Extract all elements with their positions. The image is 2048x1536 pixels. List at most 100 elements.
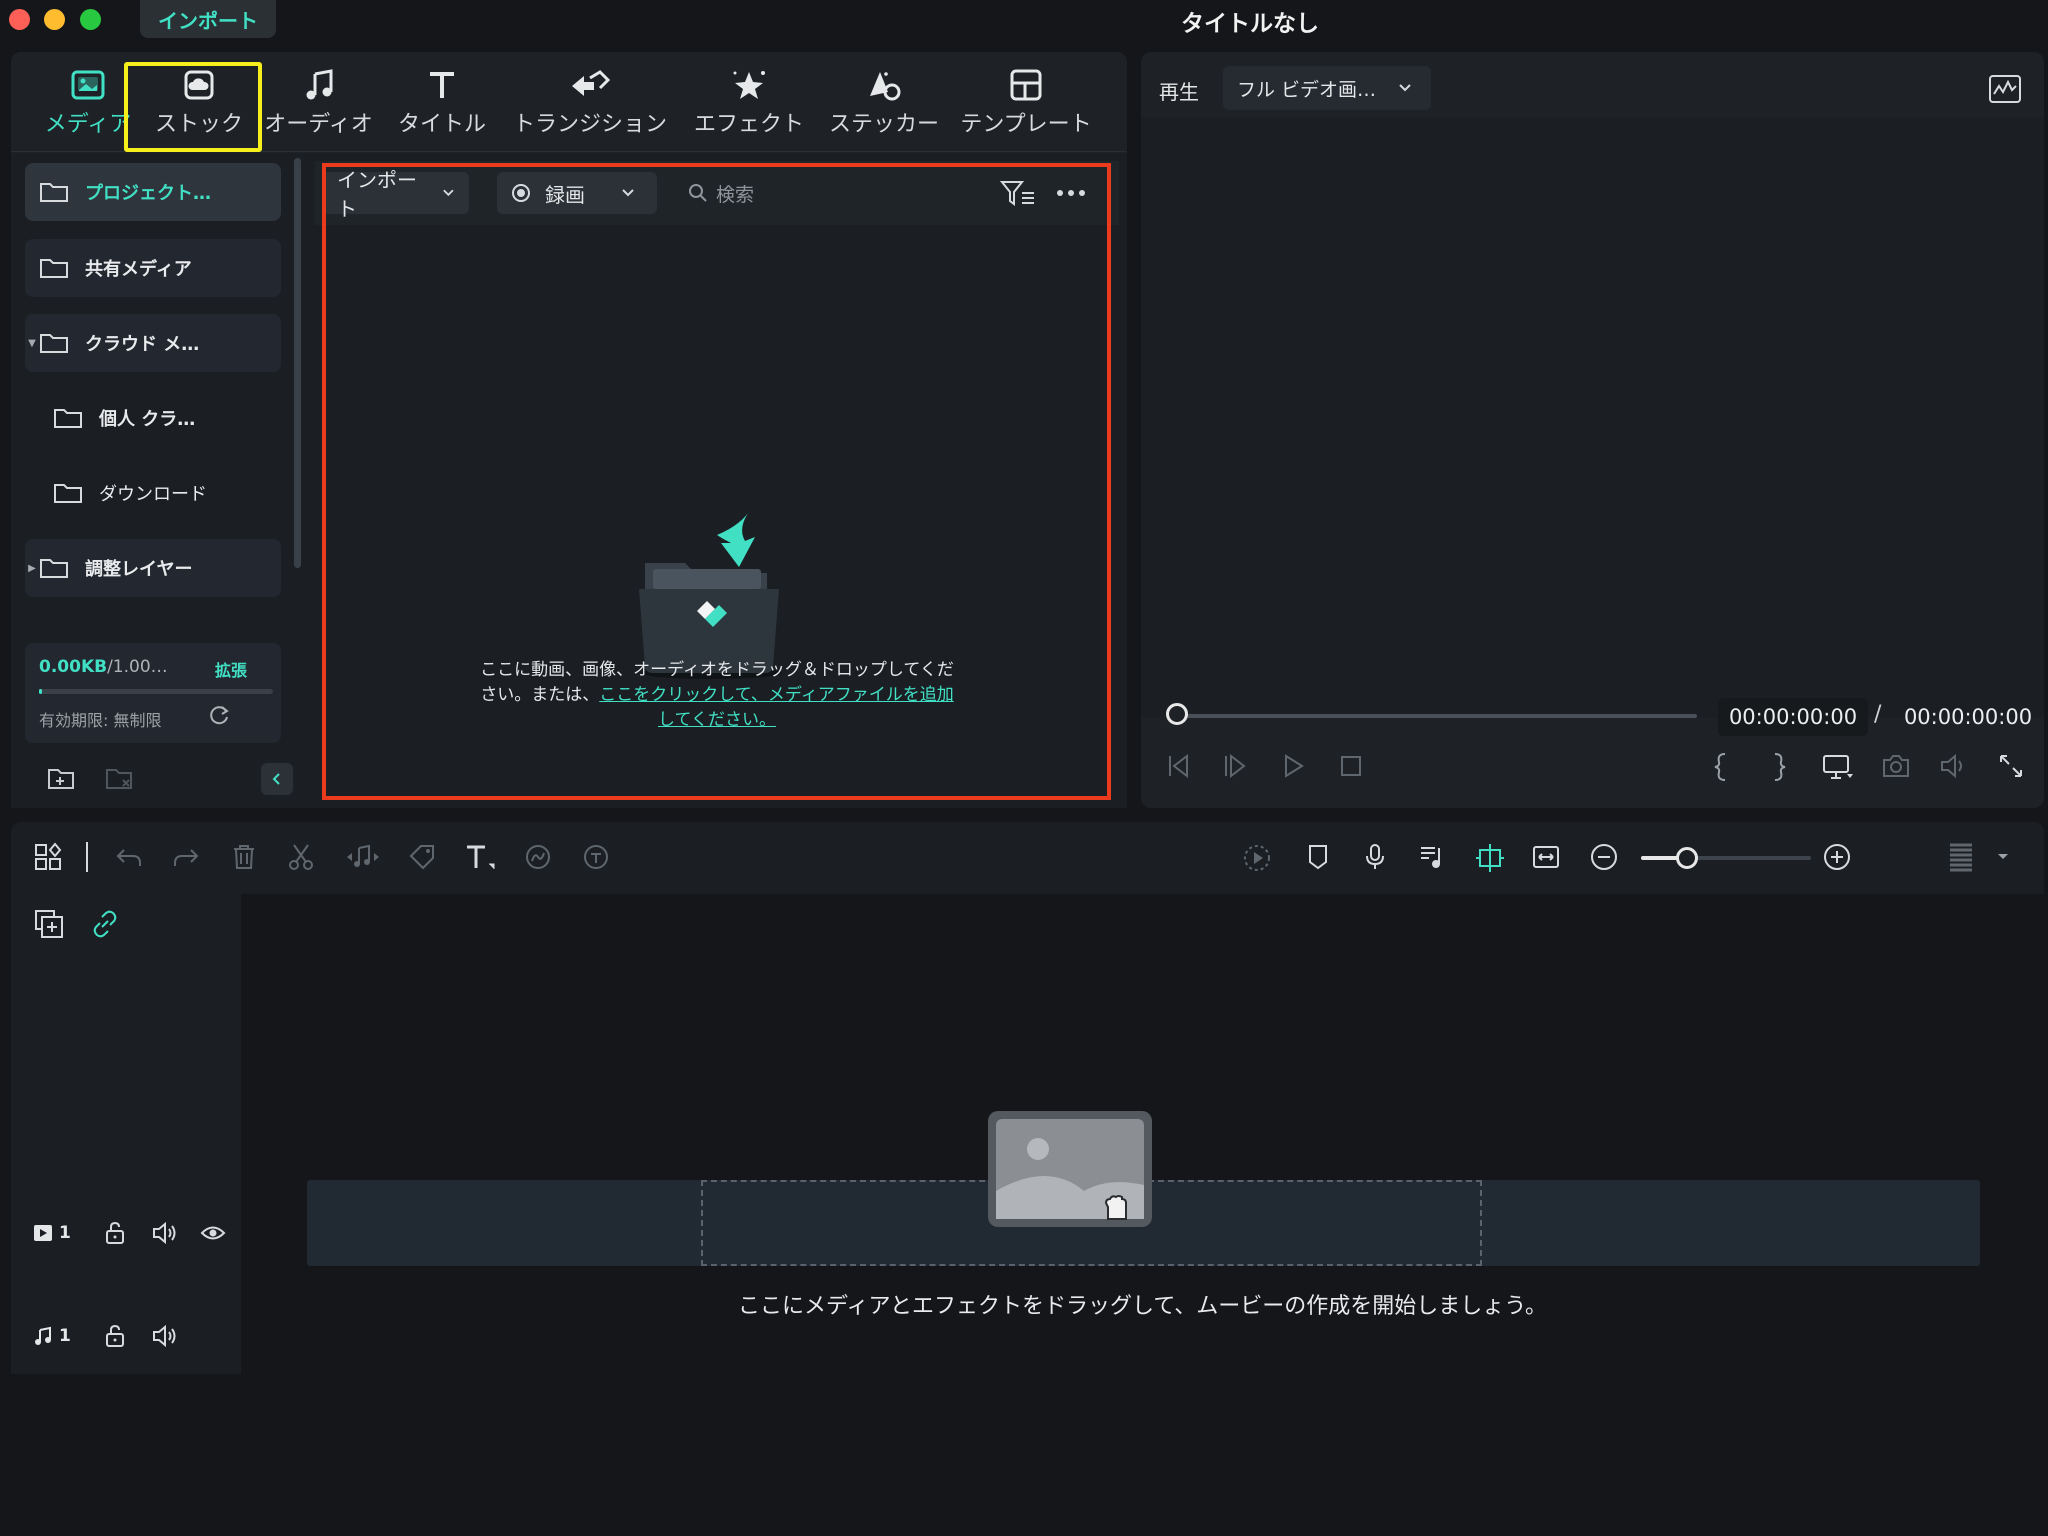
preview-scrub-bar[interactable] [1185,714,1697,718]
tab-stock[interactable]: ストック [139,52,259,152]
preview-playhead[interactable] [1166,703,1188,725]
tab-transition[interactable]: トランジション [505,52,675,152]
text-tool-icon[interactable] [463,842,497,872]
video-track-icon [34,1225,52,1241]
video-track-label: 1 [59,1223,71,1243]
fit-timeline-icon[interactable] [1531,842,1561,872]
sidebar-item-label: 調整レイヤー [85,559,193,580]
timeline-area[interactable]: ここにメディアとエフェクトをドラッグして、ムービーの作成を開始しましょう。 [241,894,2044,1536]
zoom-slider-track[interactable] [1641,856,1811,860]
search-icon [689,184,707,202]
chevron-down-icon[interactable] [1996,852,2010,862]
volume-icon[interactable] [1939,752,1969,780]
previous-frame-icon[interactable] [1163,752,1191,780]
filter-icon[interactable] [1000,179,1036,209]
tab-audio-label: オーディオ [264,112,373,137]
record-dropdown[interactable]: 録画 [497,172,657,214]
storage-progress-fill [39,689,42,694]
track-header-column: 1 1 [11,894,241,1536]
storage-progress-bar [39,689,273,694]
add-media-link[interactable]: ここをクリックして、メディアファイルを追加してください。 [599,685,953,730]
refresh-icon[interactable] [207,703,231,727]
zoom-slider-knob[interactable] [1676,847,1698,869]
lock-icon[interactable] [103,1324,127,1348]
play-icon[interactable] [1279,752,1307,780]
tab-title[interactable]: タイトル [387,52,497,152]
current-time: 00:00:00:00 [1718,698,1868,736]
mark-in-icon[interactable] [1711,752,1731,782]
tab-media[interactable]: メディア [33,52,143,152]
import-top-tab[interactable]: インポート [140,0,276,38]
sidebar-footer [11,753,307,808]
snap-magnet-icon[interactable] [1474,842,1506,874]
lock-icon[interactable] [103,1221,127,1245]
search-input[interactable]: 検索 [688,172,754,214]
tab-sticker[interactable]: ステッカー [819,52,949,152]
sidebar-item-label: クラウド メ… [85,334,200,355]
marker-shield-icon[interactable] [1303,842,1333,872]
sidebar-item-personal-cloud[interactable]: 個人 クラ… [25,389,281,447]
minimize-window-button[interactable] [44,9,65,30]
speaker-icon[interactable] [151,1324,177,1348]
auto-caption-icon[interactable] [581,842,611,872]
stock-cloud-icon [184,70,214,100]
storage-usage: 0.00KB/1.00… [39,657,168,677]
layout-grid-icon[interactable] [33,842,63,872]
waveform-monitor-icon[interactable] [1988,74,2022,104]
sticker-icon [870,72,901,101]
zoom-window-button[interactable] [80,9,101,30]
stop-icon[interactable] [1337,752,1365,780]
tab-effect-label: エフェクト [693,112,804,137]
tag-icon[interactable] [407,842,437,872]
eye-icon[interactable] [200,1221,226,1245]
speed-ramp-icon[interactable] [523,842,553,872]
collapse-arrow-icon[interactable]: ▶ [25,563,39,574]
more-options-icon[interactable] [1055,187,1087,199]
mark-out-icon[interactable] [1769,752,1789,782]
sidebar-item-download[interactable]: ダウンロード [25,464,281,522]
timeline-empty-hint: ここにメディアとエフェクトをドラッグして、ムービーの作成を開始しましょう。 [738,1294,1547,1319]
link-icon[interactable] [89,908,121,940]
fullscreen-icon[interactable] [1997,752,2025,780]
time-separator: / [1874,702,1882,727]
storage-expand-link[interactable]: 拡張 [215,657,247,681]
delete-folder-icon[interactable] [105,766,135,792]
next-frame-icon[interactable] [1221,752,1249,780]
snapshot-camera-icon[interactable] [1881,752,1911,780]
tab-stock-label: ストック [154,112,243,137]
new-folder-icon[interactable] [47,766,77,792]
undo-icon[interactable] [114,842,144,872]
tab-audio[interactable]: オーディオ [261,52,376,152]
drag-image-placeholder-icon [988,1111,1152,1227]
sidebar-item-shared-media[interactable]: 共有メディア [25,239,281,297]
import-dropdown[interactable]: インポート [323,168,469,221]
redo-icon[interactable] [171,842,201,872]
folder-icon [40,259,68,278]
storage-expiry: 有効期限: 無制限 [39,711,162,730]
audio-mixer-icon[interactable] [1417,842,1447,872]
expand-arrow-icon[interactable]: ▼ [25,338,39,349]
preview-quality-dropdown[interactable]: フル ビデオ画… [1223,66,1431,110]
delete-icon[interactable] [229,842,259,872]
media-library-area: インポート 録画 検索 ここに動画、画像、オーディオをドラッグ＆ドロップしてくだ… [307,153,1127,808]
zoom-in-icon[interactable] [1822,842,1852,872]
collapse-sidebar-button[interactable] [261,763,293,795]
zoom-out-icon[interactable] [1589,842,1619,872]
tab-template[interactable]: テンプレート [951,52,1101,152]
microphone-icon[interactable] [1360,842,1390,872]
media-drop-zone[interactable]: ここに動画、画像、オーディオをドラッグ＆ドロップしてください。または、ここをクリ… [307,225,1127,805]
sidebar-scrollbar[interactable] [294,158,301,568]
display-settings-icon[interactable] [1821,752,1855,782]
close-window-button[interactable] [9,9,30,30]
tab-effect[interactable]: エフェクト [679,52,819,152]
add-track-icon[interactable] [33,908,65,940]
speaker-icon[interactable] [151,1221,177,1245]
media-toolbar: インポート 録画 検索 [315,161,1119,225]
render-preview-icon[interactable] [1241,842,1273,874]
split-scissors-icon[interactable] [286,842,316,872]
sidebar-item-cloud-media[interactable]: ▼ クラウド メ… [25,314,281,372]
sidebar-item-project[interactable]: プロジェクト… [25,163,281,221]
sidebar-item-adjustment-layer[interactable]: ▶ 調整レイヤー [25,539,281,597]
audio-split-icon[interactable] [343,842,383,872]
track-height-icon[interactable] [1946,842,1976,876]
